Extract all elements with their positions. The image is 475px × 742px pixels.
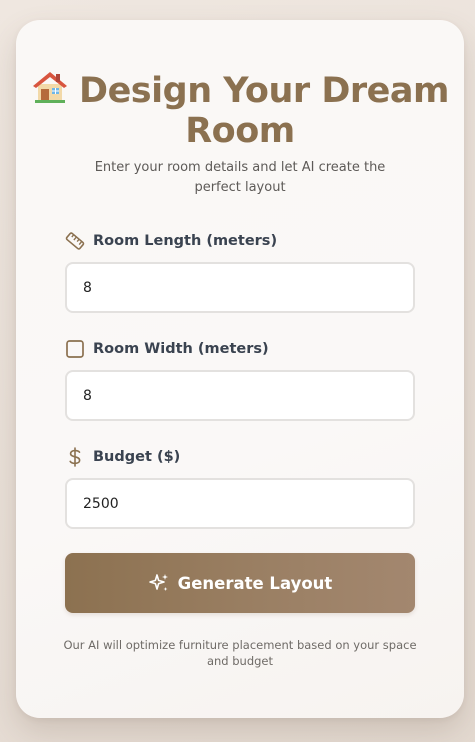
dollar-icon [65, 447, 85, 467]
room-length-input[interactable] [65, 262, 415, 313]
room-width-label: Room Width (meters) [93, 341, 269, 357]
room-length-label: Room Length (meters) [93, 233, 278, 249]
house-icon [31, 70, 69, 104]
room-design-card: Design Your Dream Room Enter your room d… [16, 20, 464, 718]
room-length-label-row: Room Length (meters) [65, 230, 277, 252]
generate-layout-button[interactable]: Generate Layout [65, 553, 415, 613]
budget-label: Budget ($) [93, 449, 181, 465]
budget-label-row: Budget ($) [65, 446, 180, 468]
square-icon [65, 339, 85, 359]
generate-layout-label: Generate Layout [177, 573, 333, 593]
page-title: Design Your Dream Room [16, 70, 464, 151]
footer-note: Our AI will optimize furniture placement… [63, 638, 417, 668]
room-width-label-row: Room Width (meters) [65, 338, 269, 360]
budget-input[interactable] [65, 478, 415, 529]
title-text: Design Your Dream Room [79, 71, 449, 151]
page-subtitle: Enter your room details and let AI creat… [94, 160, 386, 195]
ruler-icon [65, 231, 85, 251]
room-width-input[interactable] [65, 370, 415, 421]
sparkles-icon [148, 572, 170, 594]
